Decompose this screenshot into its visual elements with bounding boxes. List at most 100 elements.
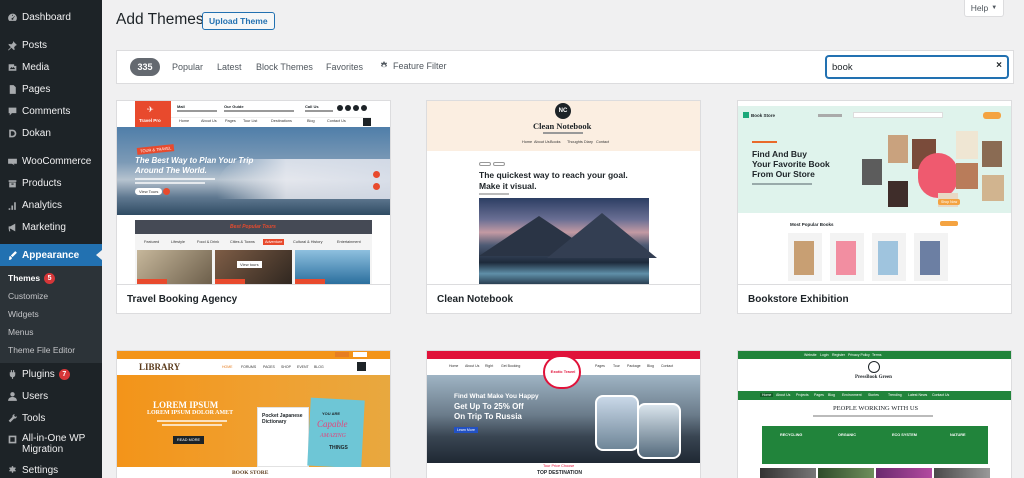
pressbook-logo: PressBook Green	[855, 375, 892, 380]
nav-link: Pages	[595, 364, 605, 368]
exotic-logo: Exotic Travel	[550, 369, 576, 374]
submenu-item-label: Widgets	[8, 309, 39, 319]
theme-screenshot[interactable]: Website Login Register Privacy Policy Te…	[738, 351, 1011, 478]
theme-screenshot[interactable]: LIBRARY HOME FORUMS PAGES SHOP EVENT BLO…	[117, 351, 390, 478]
topbar-button	[353, 352, 367, 357]
tour-tab: Cultural & History	[293, 240, 323, 244]
sidebar-item-products[interactable]: Products	[0, 172, 102, 194]
sidebar-item-dashboard[interactable]: Dashboard	[0, 6, 102, 28]
exotic-headline: Get Up To 25% Off	[454, 402, 524, 411]
sidebar-item-pages[interactable]: Pages	[0, 78, 102, 100]
book-product-cover	[920, 241, 940, 275]
theme-screenshot[interactable]: NC Clean Notebook Home About Us Books Th…	[427, 101, 700, 284]
nav-link: Environment	[842, 393, 862, 397]
book-text: AMAZING	[320, 433, 346, 439]
theme-card-pressbook-green[interactable]: Website Login Register Privacy Policy Te…	[737, 350, 1012, 478]
submenu-item-theme-file-editor[interactable]: Theme File Editor	[0, 341, 102, 359]
slider-arrow-icon	[373, 171, 380, 178]
tab-favorites[interactable]: Favorites	[326, 62, 363, 72]
view-all-button	[940, 221, 958, 226]
sidebar-item-marketing[interactable]: Marketing	[0, 216, 102, 238]
nav-link: Contact	[661, 364, 674, 368]
nav-link: Tour	[613, 364, 620, 368]
theme-screenshot[interactable]: Book Store Find And Buy Your Favorite Bo…	[738, 101, 1011, 284]
sidebar-item-posts[interactable]: Posts	[0, 34, 102, 56]
theme-screenshot[interactable]: Travel Pro ✈ Mail Our Guide Call Us Home…	[117, 101, 390, 284]
sidebar-item-analytics[interactable]: Analytics	[0, 194, 102, 216]
sidebar-item-label: Tools	[22, 412, 46, 424]
tour-tab: Cities & Towns	[230, 240, 255, 244]
hero-text-line	[135, 178, 215, 180]
sidebar-item-settings[interactable]: Settings	[0, 459, 102, 478]
book-store-heading: BOOK STORE	[232, 470, 269, 476]
submenu-item-customize[interactable]: Customize	[0, 287, 102, 305]
sidebar-item-label: Products	[22, 177, 62, 189]
cart-button	[983, 112, 1001, 119]
theme-name[interactable]: Travel Booking Agency	[117, 284, 390, 313]
nav-link: Blog	[307, 119, 315, 123]
theme-card-bookstore-exhibition[interactable]: Book Store Find And Buy Your Favorite Bo…	[737, 100, 1012, 314]
nav-link: Pages	[814, 393, 824, 397]
gallery-photo	[760, 468, 816, 478]
social-icon	[353, 105, 359, 111]
notebook-headline: Make it visual.	[479, 181, 537, 191]
learn-more-button: Learn More	[454, 427, 478, 433]
hero-text-line	[157, 420, 227, 422]
topbar-link: Website	[804, 353, 817, 357]
sidebar-item-label: All-in-One WP Migration	[22, 433, 86, 455]
sidebar-item-plugins[interactable]: Plugins 7	[0, 363, 102, 385]
brush-icon	[6, 249, 18, 261]
nav-link: Contact Us	[327, 119, 346, 123]
nav-link: Package	[627, 364, 641, 368]
tab-block-themes[interactable]: Block Themes	[256, 62, 313, 72]
nav-link: Trending	[888, 393, 902, 397]
submenu-item-menus[interactable]: Menus	[0, 323, 102, 341]
sidebar-item-label: Settings	[22, 464, 59, 476]
sidebar-item-appearance[interactable]: Appearance	[0, 244, 102, 266]
nav-link: FORUMS	[241, 365, 257, 369]
view-tours-button: View tours	[237, 261, 262, 268]
submenu-item-themes[interactable]: Themes 5	[0, 269, 102, 287]
topbar-link: Login	[820, 353, 829, 357]
theme-card-exotic-travel[interactable]: Home About Us Right Get Booking Pages To…	[426, 350, 701, 478]
clear-search-icon[interactable]: ×	[996, 60, 1002, 71]
sidebar-item-label: Users	[22, 390, 49, 402]
theme-screenshot[interactable]: Home About Us Right Get Booking Pages To…	[427, 351, 700, 478]
upload-theme-button[interactable]: Upload Theme	[202, 12, 275, 30]
sidebar-item-label: Comments	[22, 105, 71, 117]
sidebar-item-dokan[interactable]: Dokan	[0, 122, 102, 144]
sidebar-item-all-in-one-wp-migration[interactable]: All-in-One WP Migration	[0, 429, 102, 459]
bookstore-headline: From Our Store	[752, 169, 815, 179]
bookstore-headline: Your Favorite Book	[752, 159, 830, 169]
hero-kicker	[752, 141, 777, 143]
social-icon	[361, 105, 367, 111]
nav-link: Diary	[584, 140, 593, 144]
sidebar-item-label: Pages	[22, 83, 51, 95]
theme-card-clean-notebook[interactable]: NC Clean Notebook Home About Us Books Th…	[426, 100, 701, 314]
nav-link: Contact	[596, 140, 610, 144]
sidebar-item-label: WooCommerce	[22, 155, 92, 167]
sidebar-item-comments[interactable]: Comments	[0, 100, 102, 122]
bookstore-logo: Book Store	[751, 113, 776, 118]
products-icon	[6, 177, 18, 189]
sidebar-item-woocommerce[interactable]: WooCommerce	[0, 150, 102, 172]
theme-card-travel-booking-agency[interactable]: Travel Pro ✈ Mail Our Guide Call Us Home…	[116, 100, 391, 314]
tour-tab: Lifestyle	[171, 240, 185, 244]
sidebar-item-tools[interactable]: Tools	[0, 407, 102, 429]
help-tab-button[interactable]: Help ▼	[964, 0, 1004, 17]
search-input[interactable]	[832, 60, 982, 74]
sidebar-item-media[interactable]: Media	[0, 56, 102, 78]
tab-popular[interactable]: Popular	[172, 62, 203, 72]
submenu-item-widgets[interactable]: Widgets	[0, 305, 102, 323]
theme-card-library[interactable]: LIBRARY HOME FORUMS PAGES SHOP EVENT BLO…	[116, 350, 391, 478]
tab-latest[interactable]: Latest	[217, 62, 242, 72]
library-logo: LIBRARY	[139, 362, 181, 372]
sidebar-item-users[interactable]: Users	[0, 385, 102, 407]
theme-name[interactable]: Bookstore Exhibition	[738, 284, 1011, 313]
search-icon	[363, 118, 371, 126]
feature-filter-button[interactable]: Feature Filter	[379, 61, 447, 71]
library-headline: LOREM IPSUM	[153, 400, 219, 410]
nav-link: Home	[760, 393, 774, 397]
search-icon	[357, 362, 366, 371]
theme-name[interactable]: Clean Notebook	[427, 284, 700, 313]
